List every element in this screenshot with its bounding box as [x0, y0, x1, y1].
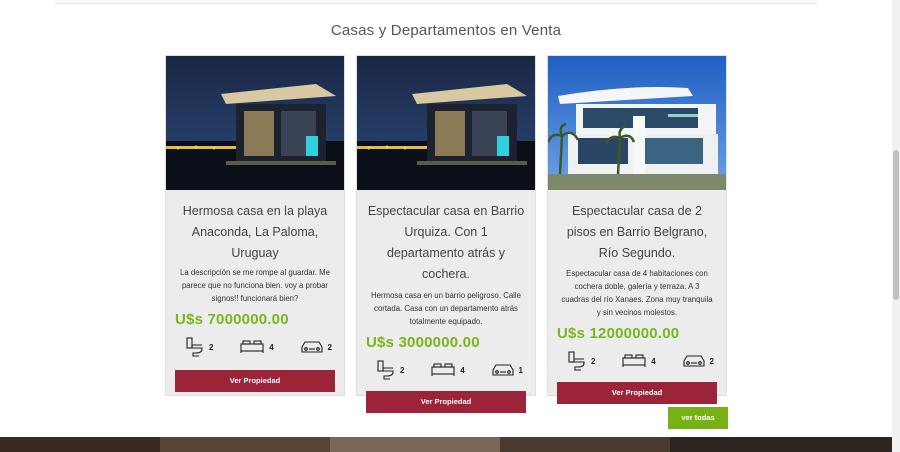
- toilet-icon: [568, 351, 585, 371]
- garages-feature: 1: [491, 363, 523, 377]
- property-card: Espectacular casa en Barrio Urquiza. Con…: [356, 55, 536, 413]
- strip-segment: [160, 437, 330, 452]
- car-icon: [682, 355, 705, 367]
- bedrooms-feature: 4: [622, 354, 656, 368]
- toilet-icon: [377, 360, 394, 380]
- property-description: La descripción se me rompe al guardar. M…: [180, 268, 330, 303]
- property-image[interactable]: [166, 56, 344, 190]
- bedrooms-feature: 4: [240, 340, 274, 354]
- bed-icon: [431, 363, 455, 376]
- property-features: 2 4 2: [186, 336, 332, 358]
- car-icon: [300, 341, 323, 353]
- bed-icon: [240, 340, 264, 353]
- property-title[interactable]: Espectacular casa de 2 pisos en Barrio B…: [556, 201, 718, 264]
- bathrooms-count: 2: [591, 356, 596, 366]
- section-title: Casas y Departamentos en Venta: [330, 22, 562, 39]
- property-card: Espectacular casa de 2 pisos en Barrio B…: [547, 55, 727, 404]
- property-image[interactable]: [357, 56, 535, 190]
- property-price: U$s 12000000.00: [557, 325, 680, 342]
- ver-propiedad-button[interactable]: Ver Propiedad: [366, 391, 526, 413]
- strip-segment: [670, 437, 892, 452]
- strip-segment: [500, 437, 670, 452]
- bedrooms-count: 4: [651, 356, 656, 366]
- ver-propiedad-button[interactable]: Ver Propiedad: [557, 382, 717, 404]
- garages-count: 2: [327, 342, 332, 352]
- bathrooms-feature: 2: [568, 351, 595, 371]
- ver-todas-button[interactable]: ver todas: [668, 407, 728, 429]
- property-title[interactable]: Hermosa casa en la playa Anaconda, La Pa…: [174, 201, 336, 264]
- bathrooms-count: 2: [400, 365, 405, 375]
- garages-feature: 2: [682, 354, 714, 368]
- bedrooms-count: 4: [269, 342, 274, 352]
- toilet-icon: [186, 337, 203, 357]
- scrollbar[interactable]: [892, 0, 900, 452]
- bottom-image-strip: [0, 437, 892, 452]
- bathrooms-count: 2: [209, 342, 214, 352]
- strip-segment: [0, 437, 160, 452]
- top-bar: [55, 0, 817, 4]
- garages-count: 1: [518, 365, 523, 375]
- bathrooms-feature: 2: [186, 337, 213, 357]
- bedrooms-feature: 4: [431, 363, 465, 377]
- property-title[interactable]: Espectacular casa en Barrio Urquiza. Con…: [365, 201, 527, 285]
- property-features: 2 4 2: [568, 350, 714, 372]
- garages-count: 2: [709, 356, 714, 366]
- property-image[interactable]: [548, 56, 726, 190]
- garages-feature: 2: [300, 340, 332, 354]
- ver-propiedad-button[interactable]: Ver Propiedad: [175, 370, 335, 392]
- bedrooms-count: 4: [460, 365, 465, 375]
- strip-segment: [330, 437, 500, 452]
- property-card: Hermosa casa en la playa Anaconda, La Pa…: [165, 55, 345, 396]
- bathrooms-feature: 2: [377, 360, 404, 380]
- property-price: U$s 3000000.00: [366, 334, 480, 351]
- scrollbar-thumb[interactable]: [893, 150, 899, 300]
- property-features: 2 4 1: [377, 359, 523, 381]
- property-price: U$s 7000000.00: [175, 311, 289, 328]
- property-description: Hermosa casa en un barrio peligroso. Cal…: [371, 291, 521, 326]
- bed-icon: [622, 354, 646, 367]
- car-icon: [491, 364, 514, 376]
- property-description: Espectacular casa de 4 habitaciones con …: [561, 269, 713, 317]
